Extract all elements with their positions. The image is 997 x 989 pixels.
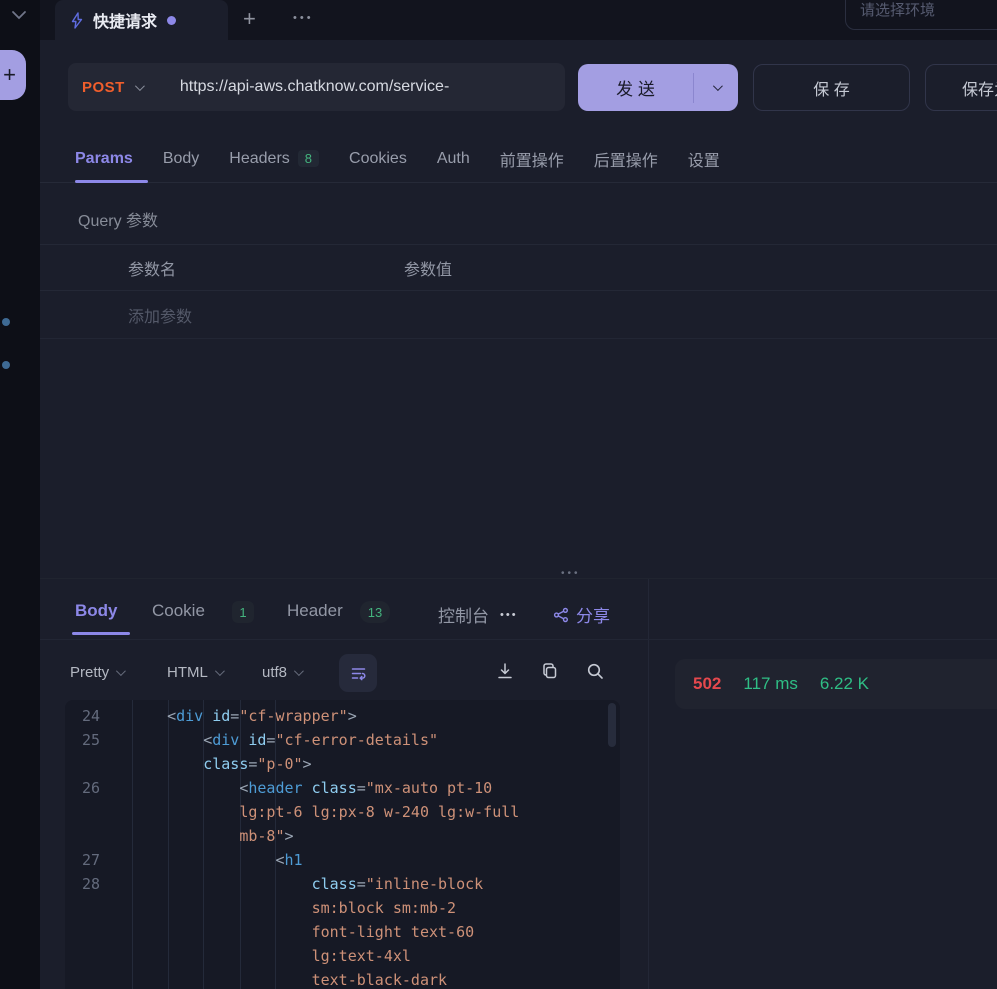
code-row: font-light text-60 [65,920,608,944]
tab-params[interactable]: Params [75,150,133,168]
chevron-down-icon [116,666,126,676]
environment-placeholder: 请选择环境 [860,0,935,20]
rail-indicator-dot [2,361,10,369]
tab-quick-request[interactable]: 快捷请求 [55,0,228,40]
active-tab-underline [75,180,148,183]
tab-body[interactable]: Body [163,150,199,168]
unsaved-dot [167,16,176,25]
search-icon[interactable] [585,661,605,681]
response-status-bar: 502 117 ms 6.22 K [675,659,997,709]
code-row: lg:text-4xl [65,944,608,968]
main-panel: POST https://api-aws.chatknow.com/servic… [40,40,997,989]
response-body-code[interactable]: 24<div id="cf-wrapper">25<div id="cf-err… [65,700,620,989]
save-as-button[interactable]: 保存为 [925,64,997,111]
code-row: sm:block sm:mb-2 [65,896,608,920]
request-tabs: Params Body Headers 8 Cookies Auth 前置操作 … [40,135,997,183]
method-select[interactable]: POST [82,79,125,96]
response-more-button[interactable]: ••• [500,609,518,621]
tab-more-button[interactable]: ••• [293,12,314,24]
tab-title: 快捷请求 [93,8,157,32]
request-url-group: POST https://api-aws.chatknow.com/servic… [68,63,565,111]
code-row: 24<div id="cf-wrapper"> [65,704,608,728]
chevron-down-icon [294,666,304,676]
language-select[interactable]: HTML [167,664,222,681]
response-active-underline [72,632,130,635]
cookie-count-badge: 1 [232,601,254,623]
tab-bar: 快捷请求 + ••• 请选择环境 [40,0,997,40]
rail-indicator-dot [2,318,10,326]
plus-icon: + [3,62,16,88]
word-wrap-icon [350,665,367,682]
code-row: lg:pt-6 lg:px-8 w-240 lg:w-full [65,800,608,824]
url-input[interactable]: https://api-aws.chatknow.com/service- [180,78,449,96]
response-size: 6.22 K [820,674,869,694]
query-params-title: Query 参数 [78,207,158,231]
response-tab-header[interactable]: Header [287,601,343,621]
download-icon[interactable] [495,661,515,681]
column-param-name: 参数名 [128,256,176,280]
share-icon [553,607,569,623]
code-row: class="p-0"> [65,752,608,776]
header-count-badge: 13 [360,601,390,623]
scrollbar-thumb[interactable] [608,703,616,747]
send-button[interactable]: 发 送 [578,64,738,111]
splitter[interactable] [40,578,997,579]
splitter-handle[interactable]: ••• [561,568,581,579]
left-rail: + [0,0,40,989]
response-time: 117 ms [743,674,798,694]
lightning-icon [69,12,85,29]
format-select[interactable]: Pretty [70,664,123,681]
save-button[interactable]: 保 存 [753,64,910,111]
chevron-down-icon[interactable] [11,10,27,20]
response-tab-cookie[interactable]: Cookie [152,601,205,621]
code-row: text-black-dark [65,968,608,989]
code-rows: 24<div id="cf-wrapper">25<div id="cf-err… [65,704,608,989]
tab-settings[interactable]: 设置 [688,147,720,171]
code-row: 26<header class="mx-auto pt-10 [65,776,608,800]
tab-cookies[interactable]: Cookies [349,150,407,168]
tab-pre-operations[interactable]: 前置操作 [500,147,564,171]
response-tab-body[interactable]: Body [75,601,118,621]
copy-icon[interactable] [540,661,560,681]
code-row: 27<h1 [65,848,608,872]
add-param-row[interactable]: 添加参数 [40,291,997,339]
tab-headers[interactable]: Headers 8 [229,150,319,168]
tab-auth[interactable]: Auth [437,150,470,168]
send-options-button[interactable] [694,84,738,91]
code-row: mb-8"> [65,824,608,848]
encoding-select[interactable]: utf8 [262,664,301,681]
params-table-header: 参数名 参数值 [40,244,997,291]
response-tab-console[interactable]: 控制台 [438,602,490,626]
new-tab-button[interactable]: + [243,5,256,33]
chevron-down-icon [215,666,225,676]
add-request-button[interactable]: + [0,50,26,100]
code-row: 25<div id="cf-error-details" [65,728,608,752]
share-button[interactable]: 分享 [553,602,610,627]
environment-select[interactable]: 请选择环境 [845,0,997,30]
response-tabs-border [40,639,997,640]
column-param-value: 参数值 [404,256,452,280]
chevron-down-icon[interactable] [135,81,145,91]
headers-count-badge: 8 [298,150,319,167]
word-wrap-toggle[interactable] [339,654,377,692]
tab-post-operations[interactable]: 后置操作 [594,147,658,171]
response-vertical-divider[interactable] [648,579,649,989]
status-code: 502 [693,674,721,694]
code-row: 28class="inline-block [65,872,608,896]
